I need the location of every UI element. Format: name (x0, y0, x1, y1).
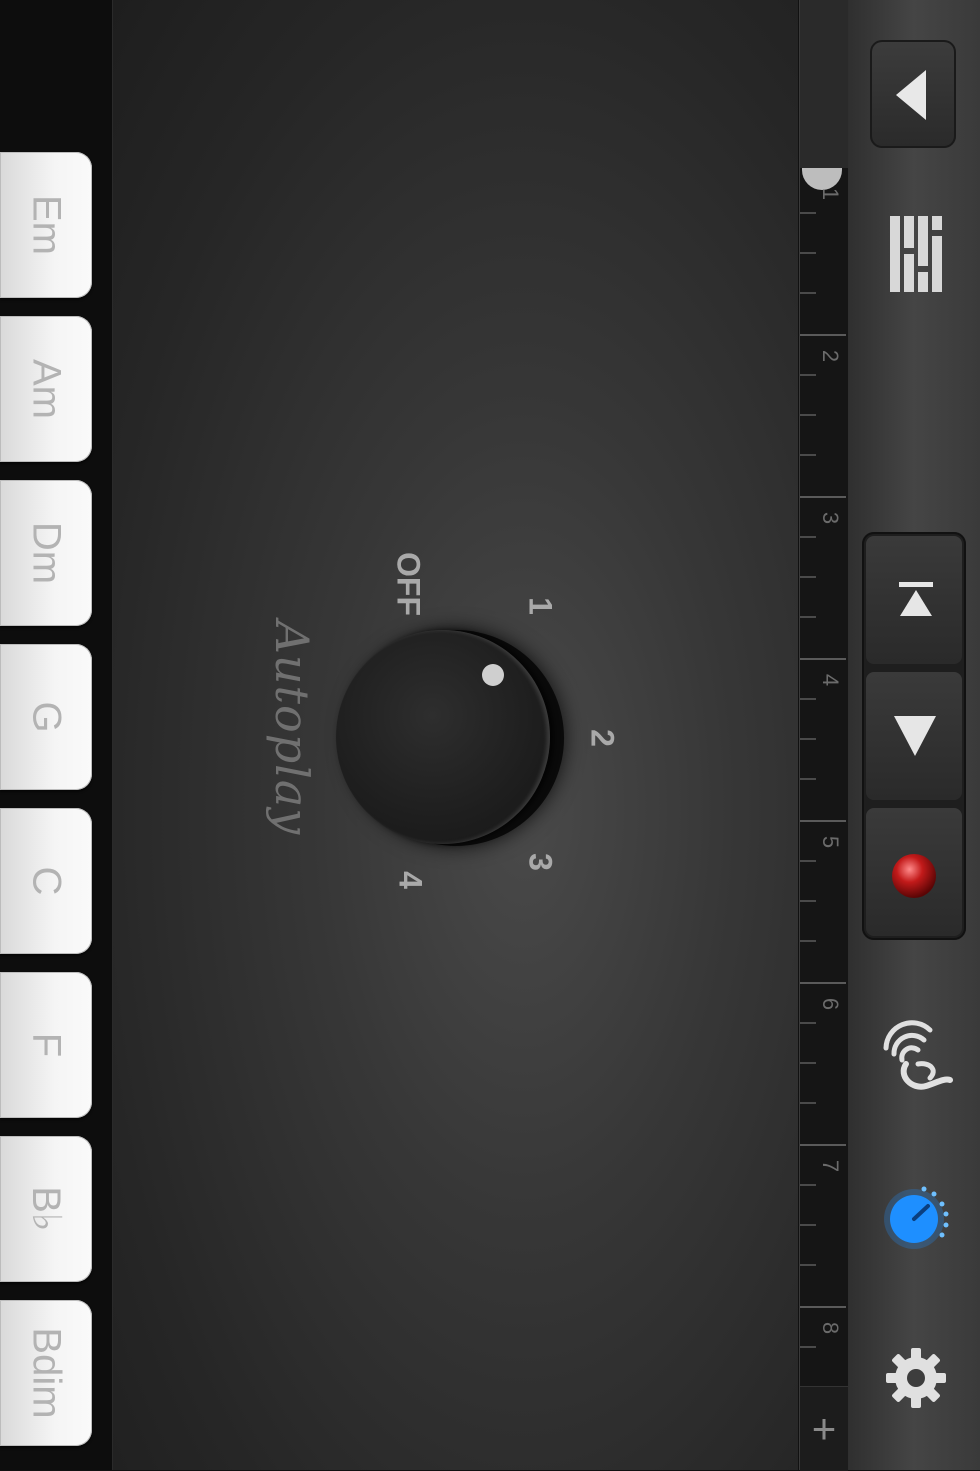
transport-controls (862, 532, 966, 940)
bar-number: 7 (818, 1159, 843, 1173)
autoplay-mark-1[interactable]: 1 (522, 597, 559, 615)
beat-tick (800, 698, 816, 700)
go-to-beginning-button[interactable] (866, 536, 962, 664)
beat-tick (800, 212, 816, 214)
beat-tick (800, 1062, 816, 1064)
beat-tick (800, 1264, 816, 1266)
back-button[interactable] (870, 40, 956, 148)
record-icon (892, 854, 936, 898)
chord-button-em[interactable]: Em (0, 152, 92, 298)
control-bar (848, 0, 980, 1470)
beat-tick (800, 454, 816, 456)
beat-tick (800, 900, 816, 902)
beat-tick (800, 374, 816, 376)
autoplay-knob[interactable] (336, 630, 550, 844)
beat-tick (800, 292, 816, 294)
bar-tick (800, 1144, 846, 1146)
bar-number: 5 (818, 835, 843, 849)
beat-tick (800, 778, 816, 780)
autoplay-label: Autoplay (265, 620, 319, 836)
bar-number: 6 (818, 997, 843, 1011)
chord-label: F (24, 1032, 69, 1058)
chord-button-f[interactable]: F (0, 972, 92, 1118)
chord-strip: Em Am Dm G C F B♭ Bdim (0, 0, 113, 1470)
bar-number: 1 (818, 187, 843, 201)
chord-button-dm[interactable]: Dm (0, 480, 92, 626)
beat-tick (800, 1102, 816, 1104)
chord-button-c[interactable]: C (0, 808, 92, 954)
blue-knob-icon (884, 1186, 949, 1249)
tracks-view-icon (890, 216, 942, 292)
autoplay-mark-4[interactable]: 4 (392, 871, 429, 889)
beat-tick (800, 860, 816, 862)
beat-tick (800, 1022, 816, 1024)
play-button[interactable] (866, 672, 962, 800)
chord-label: B♭ (24, 1186, 68, 1232)
beat-tick (800, 252, 816, 254)
beat-tick (800, 414, 816, 416)
triangle-left-icon (896, 70, 926, 120)
beat-tick (800, 738, 816, 740)
bar-number: 8 (818, 1321, 843, 1335)
knob-indicator (482, 664, 504, 686)
beat-tick (800, 940, 816, 942)
plus-icon: + (811, 1405, 837, 1452)
autoplay-mark-off[interactable]: OFF (390, 552, 427, 616)
bar-number: 3 (818, 511, 843, 525)
gear-icon (886, 1348, 946, 1408)
bar-number: 4 (818, 673, 843, 687)
chord-button-g[interactable]: G (0, 644, 92, 790)
bar-number: 2 (818, 349, 843, 363)
autoplay-mark-3[interactable]: 3 (522, 853, 559, 871)
bar-tick (800, 496, 846, 498)
playhead[interactable] (802, 168, 842, 190)
bar-tick (800, 1306, 846, 1308)
beat-tick (800, 1224, 816, 1226)
beat-tick (800, 536, 816, 538)
timeline-ruler[interactable]: 1 2 3 4 5 6 7 8 + (799, 0, 849, 1471)
bar-tick (800, 820, 846, 822)
beat-tick (800, 576, 816, 578)
ruler-header (800, 0, 848, 168)
tracks-view-button[interactable] (888, 212, 944, 296)
chord-button-am[interactable]: Am (0, 316, 92, 462)
beat-tick (800, 1184, 816, 1186)
chord-button-bb[interactable]: B♭ (0, 1136, 92, 1282)
chord-button-bdim[interactable]: Bdim (0, 1300, 92, 1446)
autoplay-mark-2[interactable]: 2 (584, 729, 621, 747)
chord-label: Dm (24, 521, 69, 585)
hand-strum-icon (883, 1020, 953, 1090)
instrument-controls-button[interactable] (882, 1186, 952, 1257)
settings-button[interactable] (884, 1346, 948, 1415)
go-to-beginning-icon (899, 582, 933, 616)
chord-label: G (24, 701, 69, 733)
beat-tick (800, 1346, 816, 1348)
smart-controls-button[interactable] (878, 1016, 954, 1101)
chord-label: Am (24, 359, 69, 419)
chord-label: Em (24, 195, 69, 255)
record-button[interactable] (866, 808, 962, 936)
beat-tick (800, 616, 816, 618)
bar-tick (800, 982, 846, 984)
chord-label: C (24, 866, 69, 896)
bar-tick (800, 334, 846, 336)
bar-tick (800, 658, 846, 660)
play-icon (894, 716, 936, 756)
chord-label: Bdim (24, 1327, 69, 1419)
add-section-button[interactable]: + (800, 1386, 848, 1471)
